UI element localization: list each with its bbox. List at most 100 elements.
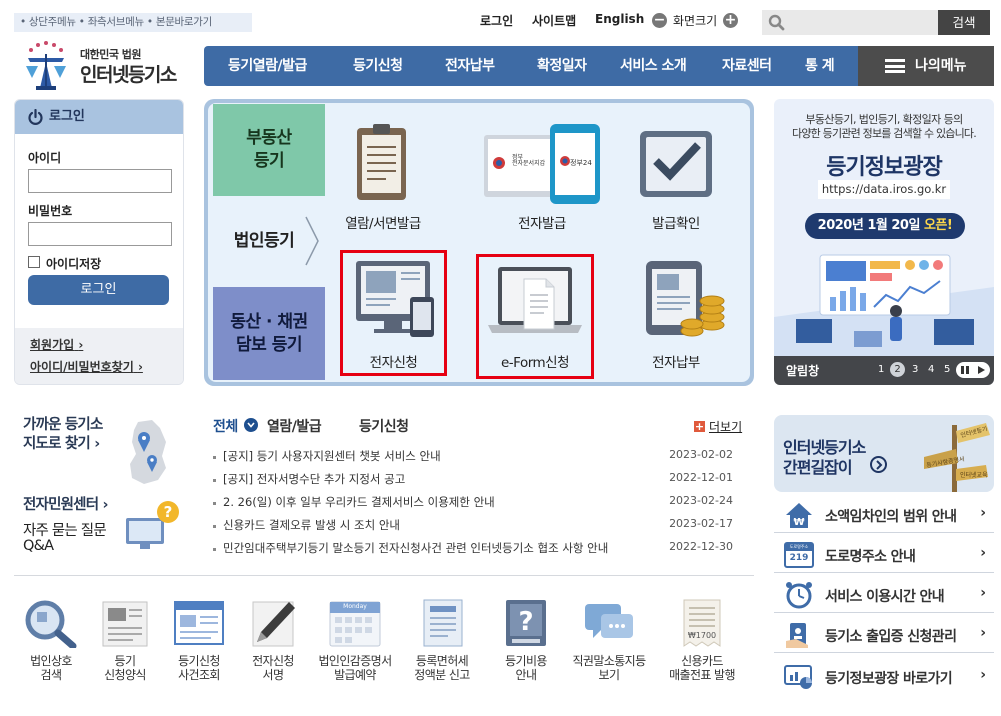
nav-item-fixed-date[interactable]: 확정일자	[537, 46, 587, 86]
receipt-icon[interactable]	[674, 598, 730, 648]
service-label-view[interactable]: 열람/서면발급	[328, 212, 438, 232]
service-label-e-issue[interactable]: 전자발급	[487, 212, 597, 232]
notice-tab-application[interactable]: 등기신청	[359, 416, 409, 436]
easy-guide-banner[interactable]: 인터넷등기소 간편길잡이 인터넷등기 등기사항증명서 인터넷교육	[774, 415, 994, 492]
quick-link-access-card[interactable]: 등기소 출입증 신청관리 ›	[774, 617, 994, 653]
login-panel: 로그인 아이디 비밀번호 아이디저장 로그인 회원가입 › 아이디/비밀번호찾기…	[14, 99, 184, 385]
banner-page-4[interactable]: 4	[928, 364, 934, 375]
pause-icon[interactable]	[960, 365, 970, 375]
e-payment-tablet-icon[interactable]	[642, 259, 726, 339]
find-account-link[interactable]: 아이디/비밀번호찾기 ›	[30, 358, 143, 375]
login-title: 로그인	[49, 109, 85, 124]
issue-check-icon[interactable]	[638, 125, 714, 201]
data-portal-banner[interactable]: 부동산등기, 법인등기, 확정일자 등의 다양한 등기관련 정보를 검색할 수 …	[774, 99, 994, 385]
notice-tab-all[interactable]: 전체	[213, 416, 238, 436]
quick-link-data-portal[interactable]: 등기정보광장 바로가기 ›	[774, 659, 994, 695]
faq-qa[interactable]: Q&A	[23, 537, 54, 555]
banner-url: https://data.iros.go.kr	[818, 180, 950, 199]
my-menu-button[interactable]: 나의메뉴	[858, 46, 994, 86]
bottom-label-e-sign[interactable]: 전자신청 서명	[231, 654, 315, 682]
notice-row[interactable]: 민간임대주택부기등기 말소등기 전자신청사건 관련 인터넷등기소 협조 사항 안…	[213, 540, 743, 560]
notice-row[interactable]: 2. 26(일) 이후 일부 우리카드 결제서비스 이용제한 안내 2023-02…	[213, 494, 743, 514]
notice-row[interactable]: [공지] 전자서명수단 추가 지정서 공고 2022-12-01	[213, 471, 743, 491]
banner-title: 등기정보광장	[826, 155, 942, 180]
zoom-label: 화면크기	[673, 14, 718, 28]
question-cost-icon[interactable]: ?	[498, 598, 554, 648]
nearby-registry-title[interactable]: 가까운 등기소	[23, 416, 103, 434]
search-input[interactable]	[762, 10, 938, 35]
nav-item-data-center[interactable]: 자료센터	[722, 46, 772, 86]
nearby-registry-map-link[interactable]: 지도로 찾기 ›	[23, 435, 100, 453]
alarm-clock-icon	[786, 582, 812, 609]
nav-item-application[interactable]: 등기신청	[353, 46, 403, 86]
service-label-check[interactable]: 발급확인	[621, 212, 731, 232]
bottom-label-cancel-notice[interactable]: 직권말소통지등 보기	[567, 654, 651, 682]
e-form-laptop-icon[interactable]	[486, 265, 584, 337]
fountain-pen-icon[interactable]	[245, 598, 301, 648]
notification-bubble-icon[interactable]	[581, 598, 637, 648]
clipboard-icon[interactable]	[354, 123, 409, 203]
bottom-label-seal-certificate[interactable]: 법인인감증명서 발급예약	[313, 654, 397, 682]
save-id-checkbox[interactable]	[28, 256, 40, 268]
notice-row[interactable]: [공지] 등기 사용자지원센터 챗봇 서비스 안내 2023-02-02	[213, 448, 743, 468]
bottom-label-card-receipt[interactable]: 신용카드 매출전표 발행	[660, 654, 744, 682]
quick-link-road-address[interactable]: 도로명주소 219 도로명주소 안내 ›	[774, 537, 994, 573]
service-label-e-application[interactable]: 전자신청	[340, 351, 447, 371]
english-link[interactable]: English	[595, 12, 644, 26]
form-document-icon[interactable]	[97, 598, 153, 648]
gov24-text: 정부24	[570, 159, 592, 167]
bottom-label-forms[interactable]: 등기 신청양식	[83, 654, 167, 682]
login-link[interactable]: 로그인	[480, 12, 513, 29]
main-nav: 등기열람/발급 등기신청 전자납부 확정일자 서비스 소개 자료센터 통 계	[204, 46, 858, 86]
search-button[interactable]: 검색	[938, 10, 990, 35]
password-input[interactable]	[28, 222, 172, 246]
quick-link-service-hours[interactable]: 서비스 이용시간 안내 ›	[774, 577, 994, 613]
banner-page-2-active[interactable]: 2	[890, 362, 905, 377]
e-civil-center-link[interactable]: 전자민원센터 ›	[23, 496, 109, 514]
category-real-estate[interactable]: 부동산 등기	[213, 104, 325, 196]
e-application-monitor-icon[interactable]	[354, 259, 436, 339]
nav-item-service-intro[interactable]: 서비스 소개	[620, 46, 687, 86]
sitemap-link[interactable]: 사이트맵	[532, 12, 576, 29]
bottom-label-license-tax[interactable]: 등록면허세 정액분 신고	[400, 654, 484, 682]
bottom-label-case-lookup[interactable]: 등기신청 사건조회	[157, 654, 241, 682]
road-sign-top: 도로명주소	[789, 544, 809, 549]
chevron-right-icon	[305, 216, 319, 266]
service-grid: 열람/서면발급 정부 전자문서지갑 정부24 전자발급 발급확인 전자신청 e-…	[326, 103, 750, 382]
tax-document-icon[interactable]	[414, 598, 470, 648]
service-panel-inner: 부동산 등기 법인등기 동산 · 채권 담보 등기 열람/서면발급 정부 전자문…	[208, 103, 750, 382]
zoom-out-button[interactable]: −	[652, 13, 667, 28]
bottom-label-cost[interactable]: 등기비용 안내	[484, 654, 568, 682]
notice-tab-view[interactable]: 열람/발급	[267, 416, 322, 436]
more-link[interactable]: 더보기	[709, 418, 742, 435]
nav-item-stats[interactable]: 통 계	[805, 46, 835, 86]
service-label-e-payment[interactable]: 전자납부	[621, 351, 731, 371]
notice-row[interactable]: 신용카드 결제오류 발생 시 조치 안내 2023-02-17	[213, 517, 743, 537]
banner-page-1[interactable]: 1	[878, 364, 884, 375]
login-button[interactable]: 로그인	[28, 275, 169, 305]
banner-open-date: 2020년 1월 20일 오픈!	[805, 213, 965, 239]
banner-page-5[interactable]: 5	[944, 364, 950, 375]
category-movable-assets[interactable]: 동산 · 채권 담보 등기	[213, 287, 325, 380]
help-monitor-icon: ?	[126, 501, 179, 549]
login-header: 로그인	[15, 100, 183, 134]
magnifier-icon[interactable]	[23, 598, 79, 648]
banner-controls: 알림창 1 2 3 4 5	[774, 356, 994, 385]
house-won-icon: ₩	[786, 503, 812, 528]
bottom-label-corp-search[interactable]: 법인상호 검색	[9, 654, 93, 682]
nav-item-payment[interactable]: 전자납부	[445, 46, 495, 86]
logo-title[interactable]: 인터넷등기소	[80, 60, 177, 87]
nav-item-view-issue[interactable]: 등기열람/발급	[228, 46, 307, 86]
zoom-in-button[interactable]: +	[723, 13, 738, 28]
banner-page-3[interactable]: 3	[912, 364, 918, 375]
skip-links[interactable]: • 상단주메뉴 • 좌측서브메뉴 • 본문바로가기	[14, 13, 252, 32]
case-lookup-window-icon[interactable]	[171, 598, 227, 648]
quick-link-tenant-range[interactable]: ₩ 소액임차인의 범위 안내 ›	[774, 497, 994, 533]
calendar-label: Monday	[343, 603, 367, 610]
join-link[interactable]: 회원가입 ›	[30, 336, 83, 353]
service-label-e-form[interactable]: e-Form신청	[476, 351, 594, 371]
id-input[interactable]	[28, 169, 172, 193]
korea-map-icon	[130, 420, 166, 484]
data-dashboard-illustration-icon	[774, 247, 994, 356]
play-icon[interactable]	[976, 365, 986, 375]
